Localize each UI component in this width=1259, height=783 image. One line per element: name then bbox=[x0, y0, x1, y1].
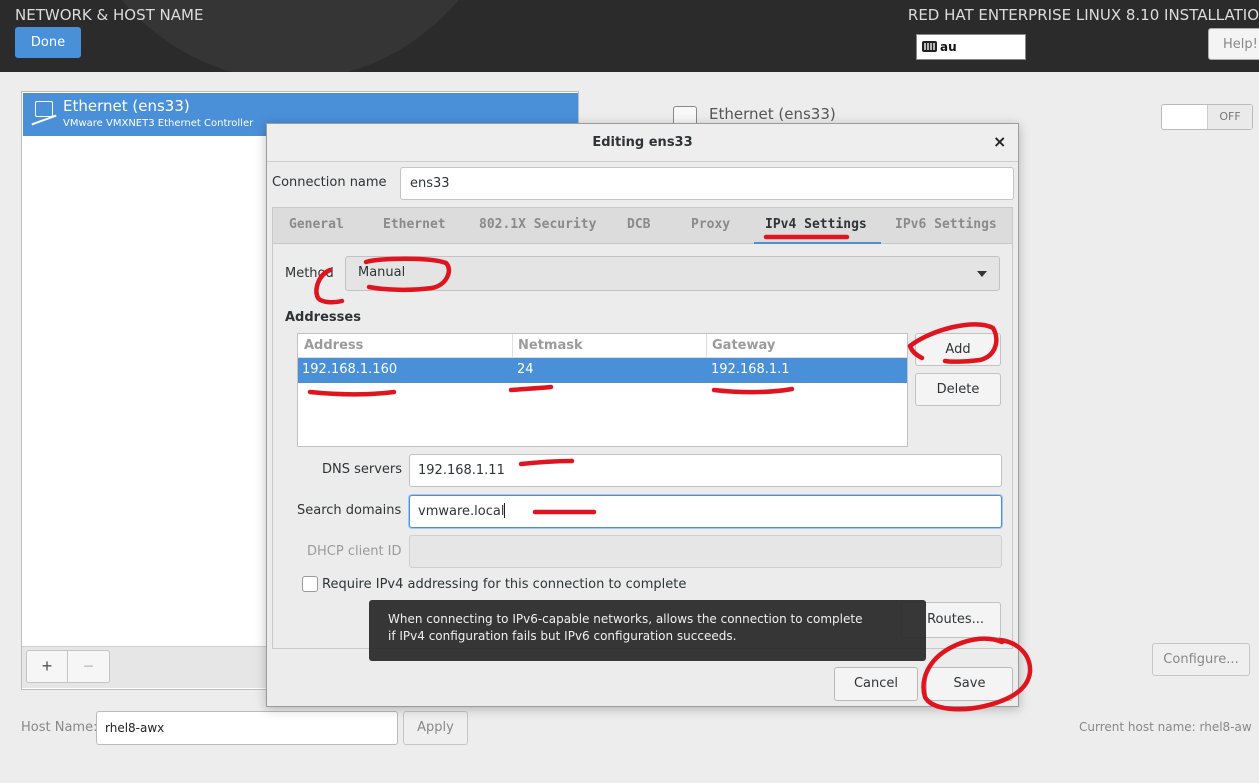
cancel-button[interactable]: Cancel bbox=[834, 667, 918, 701]
column-header-gateway[interactable]: Gateway bbox=[712, 338, 775, 353]
apply-button[interactable]: Apply bbox=[403, 711, 468, 745]
toggle-state-label: OFF bbox=[1207, 105, 1252, 129]
addresses-heading: Addresses bbox=[285, 310, 361, 325]
page-title: NETWORK & HOST NAME bbox=[15, 6, 204, 24]
table-row[interactable]: 192.168.1.160 24 192.168.1.1 bbox=[298, 358, 907, 383]
remove-device-button[interactable]: − bbox=[67, 650, 110, 683]
device-name: Ethernet (ens33) bbox=[63, 97, 190, 115]
ethernet-icon bbox=[35, 101, 53, 117]
add-address-button[interactable]: Add bbox=[915, 333, 1001, 366]
tab-dcb[interactable]: DCB bbox=[627, 217, 650, 232]
search-domains-input[interactable]: vmware.local bbox=[409, 495, 1002, 528]
product-title: RED HAT ENTERPRISE LINUX 8.10 INSTALLATI… bbox=[907, 6, 1259, 24]
column-divider bbox=[706, 334, 707, 358]
column-header-netmask[interactable]: Netmask bbox=[518, 338, 583, 353]
tab-ipv4-settings[interactable]: IPv4 Settings bbox=[765, 217, 867, 232]
hostname-label: Host Name: bbox=[21, 720, 98, 735]
connection-name-label: Connection name bbox=[272, 175, 387, 190]
dns-servers-label: DNS servers bbox=[322, 462, 403, 477]
add-device-button[interactable]: + bbox=[26, 650, 68, 683]
close-icon[interactable]: × bbox=[993, 132, 1006, 151]
tab-bar: General Ethernet 802.1X Security DCB Pro… bbox=[272, 207, 1013, 245]
chevron-down-icon bbox=[977, 271, 987, 277]
netmask-cell[interactable]: 24 bbox=[517, 362, 534, 377]
save-button[interactable]: Save bbox=[926, 667, 1013, 701]
tooltip-line: if IPv4 configuration fails but IPv6 con… bbox=[388, 629, 737, 643]
keyboard-layout-label: au bbox=[940, 40, 957, 54]
connection-name-input[interactable]: ens33 bbox=[400, 167, 1014, 200]
delete-address-button[interactable]: Delete bbox=[915, 373, 1001, 406]
search-domains-value: vmware.local bbox=[418, 504, 505, 519]
addresses-table: Address Netmask Gateway 192.168.1.160 24… bbox=[297, 333, 908, 447]
require-ipv4-label[interactable]: Require IPv4 addressing for this connect… bbox=[322, 577, 686, 592]
help-button[interactable]: Help! bbox=[1208, 28, 1259, 60]
table-header: Address Netmask Gateway bbox=[298, 334, 907, 358]
gateway-cell[interactable]: 192.168.1.1 bbox=[711, 362, 790, 377]
dialog-header: Editing ens33 × bbox=[267, 124, 1018, 162]
device-detail-name: Ethernet (ens33) bbox=[709, 105, 836, 123]
method-label: Method bbox=[285, 266, 334, 281]
text-cursor bbox=[504, 503, 506, 518]
tab-proxy[interactable]: Proxy bbox=[691, 217, 730, 232]
tab-general[interactable]: General bbox=[289, 217, 344, 232]
tab-8021x-security[interactable]: 802.1X Security bbox=[479, 217, 596, 232]
current-hostname: Current host name: rhel8-aw bbox=[1079, 720, 1252, 734]
dialog-title: Editing ens33 bbox=[592, 135, 693, 150]
configure-button[interactable]: Configure... bbox=[1152, 643, 1250, 676]
dhcp-client-id-input[interactable] bbox=[409, 535, 1002, 568]
address-cell[interactable]: 192.168.1.160 bbox=[302, 362, 397, 377]
tab-ipv6-settings[interactable]: IPv6 Settings bbox=[895, 217, 997, 232]
keyboard-icon bbox=[922, 41, 937, 52]
tab-ethernet[interactable]: Ethernet bbox=[383, 217, 446, 232]
require-ipv4-checkbox[interactable] bbox=[302, 576, 318, 592]
column-header-address[interactable]: Address bbox=[304, 338, 363, 353]
method-value: Manual bbox=[358, 265, 406, 280]
column-divider bbox=[512, 334, 513, 358]
dns-servers-input[interactable]: 192.168.1.11 bbox=[409, 454, 1002, 487]
keyboard-layout-indicator[interactable]: au bbox=[916, 34, 1026, 60]
top-bar: NETWORK & HOST NAME Done RED HAT ENTERPR… bbox=[0, 0, 1259, 72]
method-select[interactable]: Manual bbox=[345, 256, 1000, 291]
dhcp-client-id-label: DHCP client ID bbox=[307, 544, 402, 559]
hostname-input[interactable] bbox=[96, 711, 398, 745]
tooltip: When connecting to IPv6-capable networks… bbox=[369, 600, 926, 661]
search-domains-label: Search domains bbox=[297, 503, 402, 518]
tooltip-line: When connecting to IPv6-capable networks… bbox=[388, 612, 863, 626]
device-description: VMware VMXNET3 Ethernet Controller bbox=[63, 118, 254, 129]
done-button[interactable]: Done bbox=[15, 27, 81, 58]
